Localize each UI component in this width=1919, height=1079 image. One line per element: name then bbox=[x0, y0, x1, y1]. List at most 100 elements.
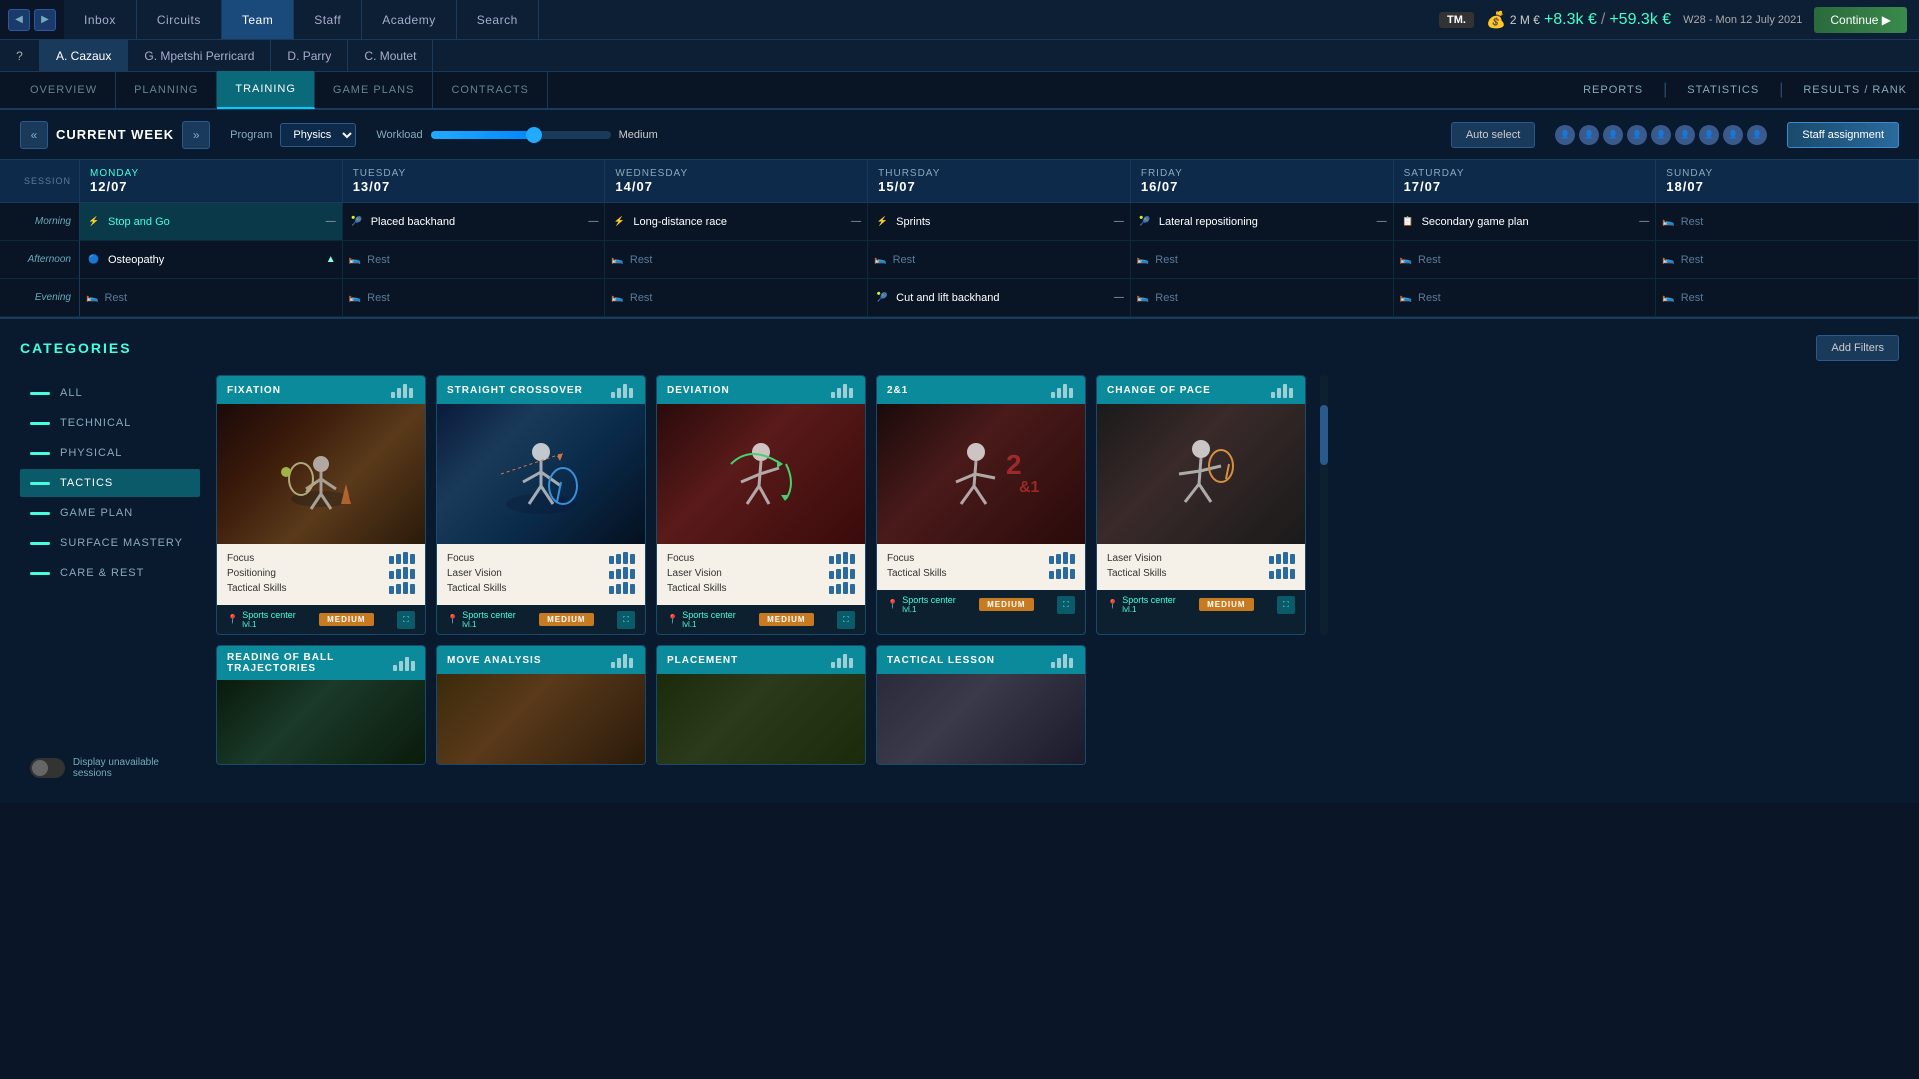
card-move-analysis[interactable]: MOVE ANALYSIS bbox=[436, 645, 646, 765]
sun-evening[interactable]: 🛌 Rest bbox=[1656, 279, 1919, 317]
card-fixation[interactable]: FIXATION bbox=[216, 375, 426, 635]
card-difficulty: MEDIUM bbox=[979, 598, 1033, 611]
card-stat-focus: Focus bbox=[667, 552, 855, 564]
player-tab-parry[interactable]: D. Parry bbox=[271, 40, 348, 71]
tab-overview[interactable]: OVERVIEW bbox=[12, 71, 116, 109]
cards-row-2: READING OF BALL TRAJECTORIES bbox=[216, 645, 1899, 765]
tab-training[interactable]: TRAINING bbox=[217, 71, 315, 109]
nav-tab-team[interactable]: Team bbox=[222, 0, 294, 39]
nav-tab-search[interactable]: Search bbox=[457, 0, 539, 39]
scrollbar-track[interactable] bbox=[1320, 375, 1328, 635]
svg-text:2: 2 bbox=[1006, 449, 1022, 480]
week-next-btn[interactable]: » bbox=[182, 121, 210, 149]
card-image bbox=[1097, 404, 1305, 544]
player-tab-mpetshi[interactable]: G. Mpetshi Perricard bbox=[128, 40, 271, 71]
tab-statistics[interactable]: STATISTICS bbox=[1687, 84, 1759, 96]
player-tab-moutet[interactable]: C. Moutet bbox=[348, 40, 433, 71]
cat-gameplan[interactable]: GAME PLAN bbox=[20, 499, 200, 527]
card-straight-crossover[interactable]: STRAIGHT CROSSOVER bbox=[436, 375, 646, 635]
fri-afternoon[interactable]: 🛌 Rest bbox=[1131, 241, 1394, 279]
cat-technical[interactable]: TECHNICAL bbox=[20, 409, 200, 437]
sat-evening[interactable]: 🛌 Rest bbox=[1394, 279, 1657, 317]
tue-morning[interactable]: 🎾 Placed backhand — bbox=[343, 203, 606, 241]
cat-tactics[interactable]: TACTICS bbox=[20, 469, 200, 497]
wed-morning[interactable]: ⚡ Long-distance race — bbox=[605, 203, 868, 241]
cat-all[interactable]: ALL bbox=[20, 379, 200, 407]
continue-button[interactable]: Continue ▶ bbox=[1814, 7, 1907, 33]
cat-surface[interactable]: SURFACE MASTERY bbox=[20, 529, 200, 557]
mon-evening[interactable]: 🛌 Rest bbox=[80, 279, 343, 317]
card-tactical-lesson[interactable]: TACTICAL LESSON bbox=[876, 645, 1086, 765]
thu-morning[interactable]: ⚡ Sprints — bbox=[868, 203, 1131, 241]
day-monday-name: MONDAY bbox=[90, 168, 332, 179]
tab-planning[interactable]: PLANNING bbox=[116, 71, 217, 109]
mon-afternoon[interactable]: 🔵 Osteopathy ▲ bbox=[80, 241, 343, 279]
sat-afternoon[interactable]: 🛌 Rest bbox=[1394, 241, 1657, 279]
lateral-repos-session[interactable]: 🎾 Lateral repositioning — bbox=[1137, 214, 1387, 230]
fri-morning[interactable]: 🎾 Lateral repositioning — bbox=[1131, 203, 1394, 241]
tue-evening[interactable]: 🛌 Rest bbox=[343, 279, 606, 317]
tab-contracts[interactable]: CONTRACTS bbox=[433, 71, 547, 109]
fri-evening[interactable]: 🛌 Rest bbox=[1131, 279, 1394, 317]
rest-item: 🛌 Rest bbox=[1137, 292, 1178, 304]
cat-dash bbox=[30, 422, 50, 425]
wed-afternoon[interactable]: 🛌 Rest bbox=[605, 241, 868, 279]
card-2and1[interactable]: 2&1 bbox=[876, 375, 1086, 635]
nav-tab-inbox[interactable]: Inbox bbox=[64, 0, 137, 39]
program-select[interactable]: Physics bbox=[280, 123, 356, 147]
staff-icon-7: 👤 bbox=[1699, 125, 1719, 145]
card-reading[interactable]: READING OF BALL TRAJECTORIES bbox=[216, 645, 426, 765]
sun-afternoon[interactable]: 🛌 Rest bbox=[1656, 241, 1919, 279]
money-pos1: +8.3k € bbox=[1544, 11, 1597, 29]
tab-reports[interactable]: REPORTS bbox=[1583, 84, 1643, 96]
day-friday-header: FRIDAY 16/07 bbox=[1131, 160, 1394, 203]
tab-results[interactable]: RESULTS / RANK bbox=[1803, 84, 1907, 96]
unavailable-toggle[interactable] bbox=[30, 758, 65, 778]
scrollbar-thumb[interactable] bbox=[1320, 405, 1328, 465]
card-placement[interactable]: PLACEMENT bbox=[656, 645, 866, 765]
workload-bar[interactable] bbox=[431, 131, 611, 139]
sat-morning[interactable]: 📋 Secondary game plan — bbox=[1394, 203, 1657, 241]
card-header: CHANGE OF PACE bbox=[1097, 376, 1305, 404]
rest-label: Rest bbox=[893, 254, 916, 266]
tab-gameplans[interactable]: GAME PLANS bbox=[315, 71, 434, 109]
card-header: FIXATION bbox=[217, 376, 425, 404]
nav-tab-circuits[interactable]: Circuits bbox=[137, 0, 222, 39]
long-distance-session[interactable]: ⚡ Long-distance race — bbox=[611, 214, 861, 230]
thu-afternoon[interactable]: 🛌 Rest bbox=[868, 241, 1131, 279]
cat-label: SURFACE MASTERY bbox=[60, 537, 183, 549]
cut-lift-session[interactable]: 🎾 Cut and lift backhand — bbox=[874, 290, 1124, 306]
secondary-gameplan-session[interactable]: 📋 Secondary game plan — bbox=[1400, 214, 1650, 230]
cat-physical[interactable]: PHYSICAL bbox=[20, 439, 200, 467]
card-stat-tactical: Tactical Skills bbox=[1107, 567, 1295, 579]
placed-backhand-session[interactable]: 🎾 Placed backhand — bbox=[349, 214, 599, 230]
nav-tab-academy[interactable]: Academy bbox=[362, 0, 457, 39]
card-location: 📍 Sports center lvl.1 bbox=[887, 595, 956, 614]
stop-and-go-session[interactable]: ⚡ Stop and Go — bbox=[86, 214, 336, 230]
day-thursday-header: THURSDAY 15/07 bbox=[868, 160, 1131, 203]
auto-select-button[interactable]: Auto select bbox=[1451, 122, 1535, 148]
rest-label: Rest bbox=[1681, 292, 1704, 304]
nav-forward[interactable]: ▶ bbox=[34, 9, 56, 31]
location-name: Sports center bbox=[902, 595, 956, 605]
week-prev-btn[interactable]: « bbox=[20, 121, 48, 149]
tue-afternoon[interactable]: 🛌 Rest bbox=[343, 241, 606, 279]
card-change-of-pace[interactable]: CHANGE OF PACE bbox=[1096, 375, 1306, 635]
stat-bars bbox=[1049, 567, 1075, 579]
card-deviation[interactable]: DEVIATION bbox=[656, 375, 866, 635]
mon-morning[interactable]: ⚡ Stop and Go — bbox=[80, 203, 343, 241]
card-chart-icon bbox=[611, 652, 635, 668]
card-stat-laser: Laser Vision bbox=[667, 567, 855, 579]
add-filters-button[interactable]: Add Filters bbox=[1816, 335, 1899, 361]
sun-morning[interactable]: 🛌 Rest bbox=[1656, 203, 1919, 241]
wed-evening[interactable]: 🛌 Rest bbox=[605, 279, 868, 317]
sprints-session[interactable]: ⚡ Sprints — bbox=[874, 214, 1124, 230]
workload-label: Workload bbox=[376, 129, 422, 141]
player-tab-cazaux[interactable]: A. Cazaux bbox=[40, 40, 128, 71]
thu-evening[interactable]: 🎾 Cut and lift backhand — bbox=[868, 279, 1131, 317]
staff-assignment-button[interactable]: Staff assignment bbox=[1787, 122, 1899, 148]
cat-care[interactable]: CARE & REST bbox=[20, 559, 200, 587]
osteopathy-session[interactable]: 🔵 Osteopathy ▲ bbox=[86, 252, 336, 268]
nav-tab-staff[interactable]: Staff bbox=[294, 0, 362, 39]
nav-back[interactable]: ◀ bbox=[8, 9, 30, 31]
